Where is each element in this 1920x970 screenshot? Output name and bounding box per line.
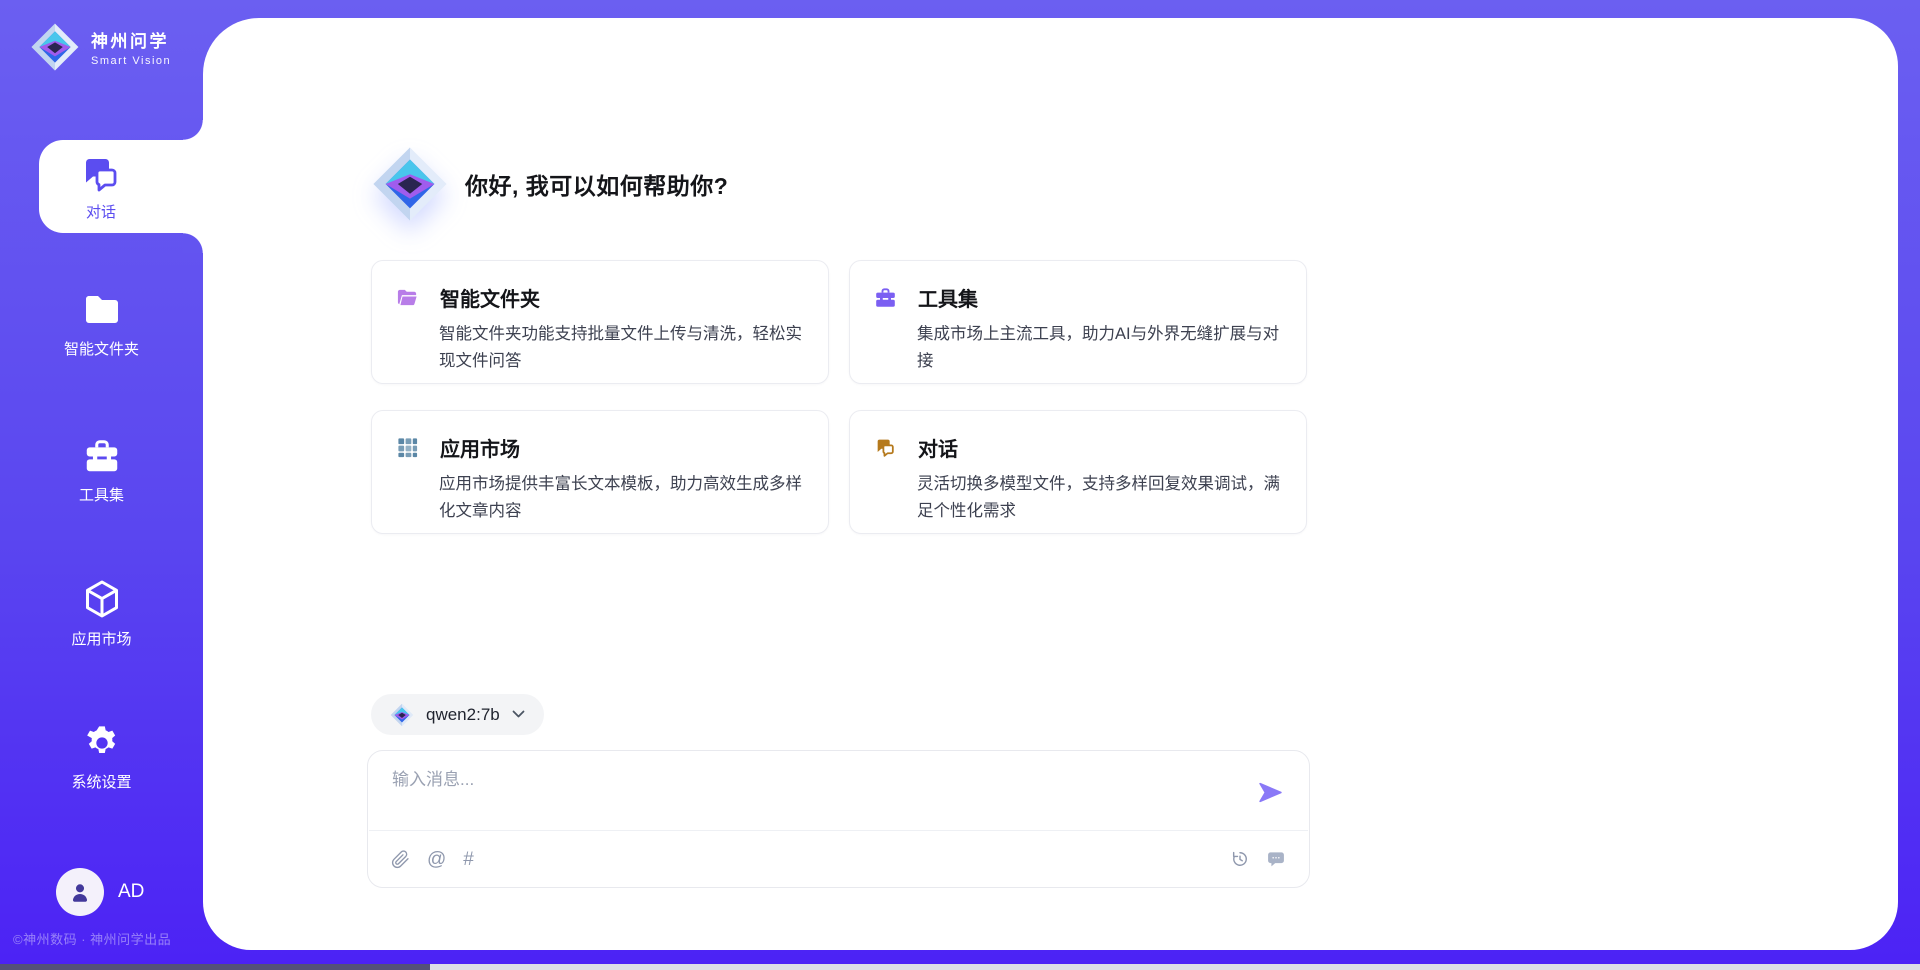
feature-card-toolbox[interactable]: 工具集 集成市场上主流工具，助力AI与外界无缝扩展与对接 [849,260,1307,384]
gear-icon [82,723,122,763]
hashtag-icon[interactable]: # [463,850,474,869]
toolbox-icon [82,436,122,476]
folder-open-icon [396,286,419,309]
chevron-down-icon [512,710,525,719]
content-area: 你好, 我可以如何帮助你? 智能文件夹 智能文件夹功能支持批量文件上传与清洗，轻… [371,0,1307,970]
horizontal-scrollbar[interactable] [0,964,1920,970]
card-description: 智能文件夹功能支持批量文件上传与清洗，轻松实现文件问答 [439,321,804,374]
sidebar-item-toolbox[interactable]: 工具集 [0,436,203,505]
card-title: 工具集 [918,283,978,312]
card-title: 智能文件夹 [440,283,540,312]
sidebar-item-smart-folder[interactable]: 智能文件夹 [0,290,203,359]
send-button[interactable] [1254,778,1287,810]
model-diamond-icon [390,703,414,727]
feature-card-chat[interactable]: 对话 灵活切换多模型文件，支持多样回复效果调试，满足个性化需求 [849,410,1307,534]
model-name: qwen2:7b [426,705,500,725]
tab-fillet-top [183,120,203,140]
sidebar: 神州问学 Smart Vision 对话 智能文件夹 [0,0,203,970]
feature-card-smart-folder[interactable]: 智能文件夹 智能文件夹功能支持批量文件上传与清洗，轻松实现文件问答 [371,260,829,384]
chat-bubbles-icon [874,436,897,459]
tab-fillet-bottom [183,233,203,253]
card-description: 灵活切换多模型文件，支持多样回复效果调试，满足个性化需求 [917,471,1282,524]
greeting-text: 你好, 我可以如何帮助你? [465,167,728,201]
copyright: ©神州数码 · 神州问学出品 [13,929,171,948]
greeting: 你好, 我可以如何帮助你? [371,145,728,223]
cube-icon [81,578,123,620]
user-profile[interactable]: AD [56,868,144,916]
avatar [56,868,104,916]
chat-bubbles-icon [79,152,123,196]
user-initials: AD [118,881,144,903]
brand-diamond-icon [30,22,80,72]
scrollbar-thumb[interactable] [0,964,430,970]
person-icon [67,879,93,905]
greeting-logo-icon [371,145,449,223]
folder-icon [82,290,122,330]
toolbox-icon [874,286,897,309]
message-input[interactable] [392,768,1254,830]
mention-icon[interactable]: @ [427,850,446,869]
app-grid-icon [396,436,419,459]
brand: 神州问学 Smart Vision [30,22,171,72]
card-description: 应用市场提供丰富长文本模板，助力高效生成多样化文章内容 [439,471,804,524]
sidebar-item-label: 系统设置 [71,771,131,792]
history-icon[interactable] [1230,849,1250,869]
sidebar-item-label: 工具集 [79,484,124,505]
sidebar-item-label: 对话 [86,201,116,222]
sidebar-item-label: 应用市场 [71,628,131,649]
sidebar-item-chat[interactable]: 对话 [39,140,203,233]
conversations-icon[interactable] [1266,849,1286,869]
card-title: 对话 [918,433,958,462]
send-icon [1258,782,1283,803]
sidebar-item-settings[interactable]: 系统设置 [0,723,203,792]
feature-card-app-market[interactable]: 应用市场 应用市场提供丰富长文本模板，助力高效生成多样化文章内容 [371,410,829,534]
sidebar-item-label: 智能文件夹 [64,338,139,359]
model-selector[interactable]: qwen2:7b [371,694,544,735]
card-title: 应用市场 [440,433,520,462]
feature-cards: 智能文件夹 智能文件夹功能支持批量文件上传与清洗，轻松实现文件问答 工具集 集成… [371,260,1307,534]
brand-subtitle: Smart Vision [91,55,171,67]
brand-name: 神州问学 [91,27,171,52]
attachment-icon[interactable] [391,850,410,869]
card-description: 集成市场上主流工具，助力AI与外界无缝扩展与对接 [917,321,1282,374]
sidebar-item-app-market[interactable]: 应用市场 [0,578,203,649]
composer: @ # [367,750,1310,888]
